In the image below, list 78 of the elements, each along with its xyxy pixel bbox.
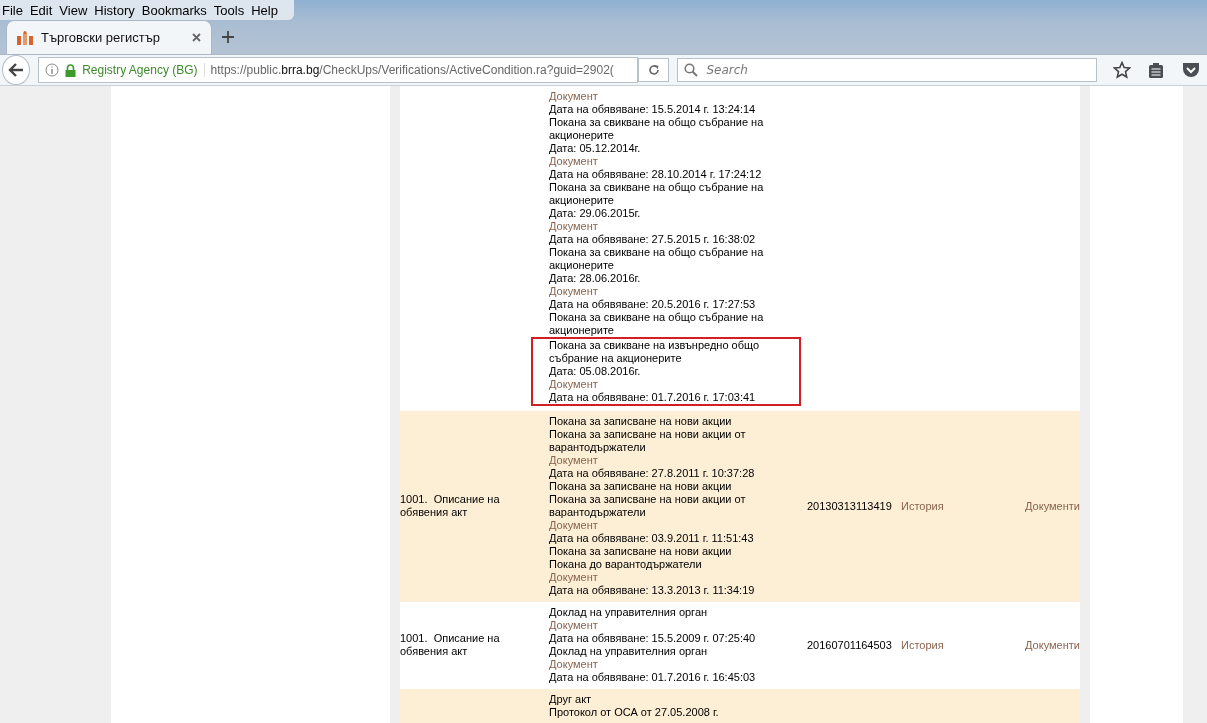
entry-text: акционерите: [549, 194, 615, 207]
entry-text: Покана за свикване на общо събрание на: [549, 311, 765, 324]
entry-text: Покана за свикване на общо събрание на: [549, 246, 765, 259]
padlock-icon: [65, 63, 77, 77]
entry-text: Дата на обявяване: 15.5.2009 г. 07:25:40: [549, 632, 757, 645]
act-description: обявения акт: [400, 645, 469, 658]
entry-text: Дата на обявяване: 01.7.2016 г. 16:45:03: [549, 671, 757, 684]
entry-text: Покана за свикване на извънредно общо: [549, 339, 761, 352]
entry-text: Дата: 05.12.2014г.: [549, 142, 642, 155]
entry-text: Друг акт: [549, 693, 593, 706]
entry-text: Дата: 05.08.2016г.: [549, 365, 642, 378]
search-icon: [684, 63, 699, 77]
entry-number: 20130313113419: [807, 500, 892, 512]
document-link[interactable]: Документ: [549, 220, 807, 233]
act-description: обявения акт: [400, 506, 469, 519]
entry-text: Дата: 29.06.2015г.: [549, 207, 642, 220]
entry-text: Покана за свикване на общо събрание на: [549, 181, 765, 194]
site-logo-icon: [17, 30, 33, 45]
menu-item[interactable]: History: [94, 2, 140, 18]
document-link[interactable]: Документ: [549, 571, 807, 584]
entry-text: Покана за записване на нови акции: [549, 415, 733, 428]
act-description: 1001. Описание на: [400, 493, 501, 506]
entry-text: Дата на обявяване: 13.3.2013 г. 11:34:19: [549, 584, 756, 597]
menu-item[interactable]: View: [59, 2, 93, 18]
documents-link[interactable]: Документи: [1025, 639, 1080, 651]
menu-item[interactable]: Bookmarks: [141, 2, 212, 18]
entry-text: Дата на обявяване: 01.7.2016 г. 17:03:41: [549, 391, 757, 404]
back-arrow-icon: [8, 63, 25, 77]
menu-item[interactable]: Tools: [213, 2, 250, 18]
document-link[interactable]: Документ: [549, 619, 807, 632]
reload-button[interactable]: [637, 58, 670, 82]
entry-text: варантодържатели: [549, 441, 647, 454]
search-field[interactable]: Search: [677, 58, 1098, 82]
info-icon[interactable]: [45, 63, 60, 77]
entry-text: акционерите: [549, 259, 615, 272]
entry-text: Доклад на управителния орган: [549, 606, 709, 619]
document-link[interactable]: Документ: [549, 285, 807, 298]
entry-text: Покана за записване на нови акции: [549, 480, 733, 493]
reload-icon: [647, 64, 660, 76]
entry-text: Дата на обявяване: 15.5.2014 г. 13:24:14: [549, 103, 757, 116]
document-link[interactable]: Документ: [549, 519, 807, 532]
bookmark-star-button[interactable]: [1111, 59, 1132, 81]
entry-text: варантодържатели: [549, 506, 647, 519]
menu-item[interactable]: Help: [251, 2, 283, 18]
entry-text: Протокол от ОСА от 27.05.2008 г.: [549, 706, 720, 719]
address-field[interactable]: Registry Agency (BG) https://public.brra.bg/CheckUps/Verifications/ActiveCondition.ra?guid=2902(: [38, 57, 638, 83]
entry-text: акционерите: [549, 324, 615, 337]
document-link[interactable]: Документ: [549, 90, 807, 103]
document-link[interactable]: Документ: [549, 454, 807, 467]
history-link[interactable]: История: [901, 639, 944, 651]
document-link[interactable]: Документ: [549, 155, 807, 168]
entry-text: Дата на обявяване: 27.8.2011 г. 10:37:28: [549, 467, 756, 480]
browser-tab[interactable]: Търговски регистър: [6, 20, 212, 54]
entry-text: Дата на обявяване: 28.10.2014 г. 17:24:12: [549, 168, 763, 181]
documents-link[interactable]: Документи: [1025, 500, 1080, 512]
entry-text: Дата на обявяване: 20.5.2016 г. 17:27:53: [549, 298, 757, 311]
entry-text: Покана за записване на нови акции: [549, 545, 733, 558]
entry-text: Доклад на управителния орган: [549, 645, 709, 658]
menu-item[interactable]: Edit: [29, 2, 58, 18]
new-tab-icon[interactable]: [222, 31, 234, 43]
menu-item[interactable]: File: [2, 2, 28, 18]
entry-text: Покана за свикване на общо събрание на: [549, 116, 765, 129]
act-description: 1001. Описание на: [400, 632, 501, 645]
close-icon[interactable]: [192, 33, 201, 42]
entry-text: Покана за записване на нови акции от: [549, 428, 747, 441]
entry-text: Дата на обявяване: 27.5.2015 г. 16:38:02: [549, 233, 757, 246]
entry-text: Покана до варантодържатели: [549, 558, 703, 571]
history-link[interactable]: История: [901, 500, 944, 512]
entry-text: Дата на обявяване: 03.9.2011 г. 11:51:43: [549, 532, 755, 545]
entry-text: Дата: 28.06.2016г.: [549, 272, 642, 285]
entry-text: акционерите: [549, 129, 615, 142]
document-link[interactable]: Документ: [549, 658, 807, 671]
entry-text: събрание на акционерите: [549, 352, 683, 365]
back-button[interactable]: [2, 55, 31, 85]
search-input[interactable]: Search: [704, 62, 1091, 78]
document-link[interactable]: Документ: [549, 378, 799, 391]
entry-text: Покана за записване на нови акции от: [549, 493, 747, 506]
entry-number: 20160701164503: [807, 639, 892, 651]
